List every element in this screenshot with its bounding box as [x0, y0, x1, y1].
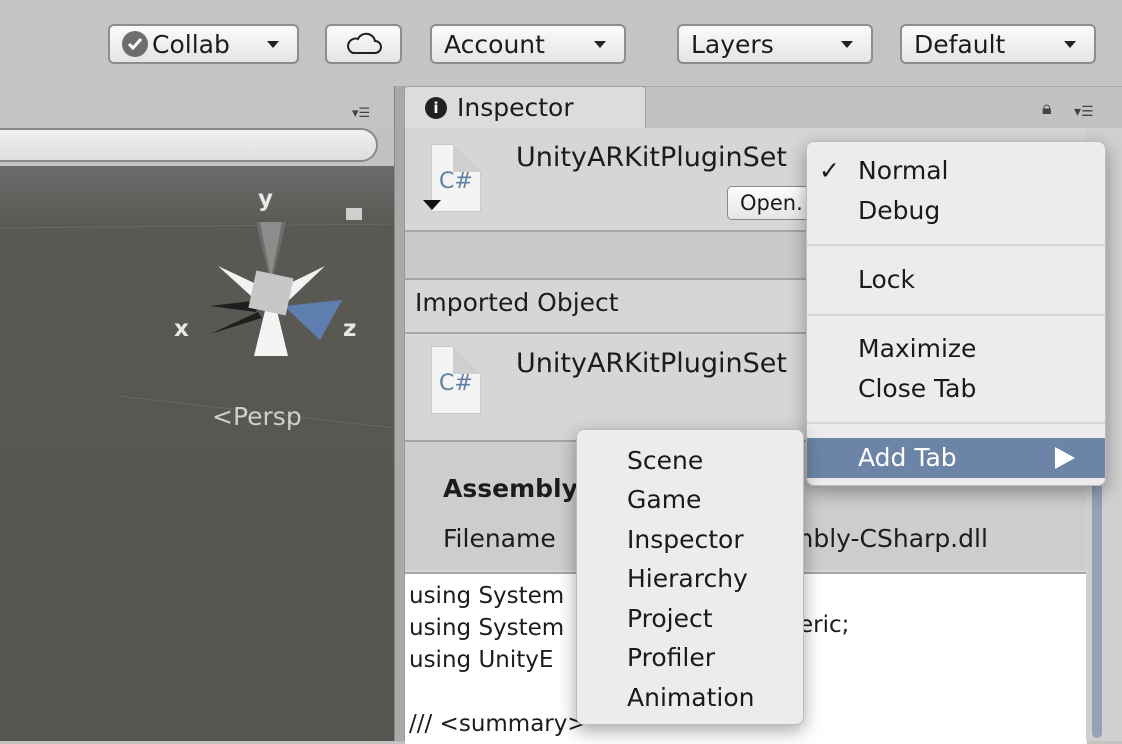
- collab-check-icon: [122, 31, 148, 57]
- scene-gizmo[interactable]: [0, 166, 394, 741]
- scene-search-field[interactable]: [0, 128, 378, 162]
- chevron-down-icon: [1064, 41, 1076, 48]
- collab-label: Collab: [152, 29, 230, 59]
- scene-header: ▾☰: [0, 86, 393, 126]
- tab-inspector-label: Inspector: [457, 93, 574, 122]
- code-line-suffix: eric;: [799, 612, 850, 638]
- toolbar: Collab Account Layers Default: [0, 0, 1122, 87]
- menu-item-close-tab[interactable]: Close Tab: [858, 374, 976, 403]
- chevron-down-icon: [594, 41, 606, 48]
- account-dropdown[interactable]: Account: [430, 24, 626, 64]
- menu-item-debug[interactable]: Debug: [858, 196, 940, 225]
- asset-name: UnityARKitPluginSet: [516, 142, 787, 173]
- assembly-label: Assembly: [443, 474, 578, 503]
- menu-item-maximize[interactable]: Maximize: [858, 334, 976, 363]
- submenu-item-scene[interactable]: Scene: [627, 446, 703, 475]
- lock-icon[interactable]: 🔒︎: [1042, 98, 1052, 119]
- checkmark-icon: ✓: [819, 156, 840, 185]
- chevron-down-icon: [267, 41, 279, 48]
- add-tab-submenu: Scene Game Inspector Hierarchy Project P…: [576, 429, 804, 725]
- submenu-item-inspector[interactable]: Inspector: [627, 525, 744, 554]
- menu-item-add-tab-label: Add Tab: [858, 443, 957, 472]
- panel-menu-icon[interactable]: ▾☰: [1074, 104, 1094, 120]
- panel-menu-icon[interactable]: ▾☰: [352, 106, 370, 121]
- menu-item-add-tab[interactable]: Add Tab: [807, 438, 1105, 478]
- code-lines: using System using System using UnityE /…: [409, 580, 587, 740]
- chevron-left-icon: <: [212, 402, 233, 431]
- layout-dropdown[interactable]: Default: [900, 24, 1096, 64]
- submenu-item-animation[interactable]: Animation: [627, 683, 754, 712]
- info-icon: i: [425, 96, 447, 119]
- code-line: using System: [409, 615, 565, 641]
- cloud-icon: [346, 32, 382, 54]
- layers-dropdown[interactable]: Layers: [677, 24, 873, 64]
- code-line: using System: [409, 583, 565, 609]
- imported-asset-name: UnityARKitPluginSet: [516, 348, 787, 379]
- axis-label-z: z: [343, 316, 357, 342]
- inspector-context-menu: ✓ Normal Debug Lock Maximize Close Tab A…: [806, 141, 1106, 486]
- filename-value: mbly-CSharp.dll: [789, 524, 988, 553]
- chevron-down-icon: [841, 41, 853, 48]
- filename-label: Filename: [443, 524, 556, 553]
- code-line: using UnityE: [409, 647, 554, 673]
- layout-label: Default: [914, 29, 1006, 59]
- open-button[interactable]: Open.: [727, 186, 817, 220]
- code-line: /// <summary>: [409, 711, 587, 737]
- script-file-icon-imported: C#: [431, 346, 481, 414]
- submenu-item-game[interactable]: Game: [627, 485, 701, 514]
- submenu-arrow-icon: [1055, 447, 1075, 469]
- imported-object-header: Imported Object: [415, 288, 619, 317]
- submenu-item-project[interactable]: Project: [627, 604, 713, 633]
- cloud-button[interactable]: [325, 24, 402, 64]
- axis-label-y: y: [258, 186, 273, 212]
- submenu-item-profiler[interactable]: Profiler: [627, 643, 715, 672]
- menu-item-lock[interactable]: Lock: [858, 265, 915, 294]
- collab-dropdown[interactable]: Collab: [108, 24, 299, 64]
- menu-item-normal[interactable]: Normal: [858, 156, 948, 185]
- account-label: Account: [444, 29, 545, 59]
- projection-toggle[interactable]: <Persp: [212, 402, 302, 431]
- scene-view[interactable]: y x z <Persp: [0, 166, 394, 741]
- tab-inspector[interactable]: i Inspector: [404, 86, 646, 128]
- dropdown-arrow-icon[interactable]: [423, 200, 441, 210]
- submenu-item-hierarchy[interactable]: Hierarchy: [627, 564, 748, 593]
- layers-label: Layers: [691, 29, 774, 59]
- open-button-label: Open.: [740, 191, 803, 215]
- axis-label-x: x: [174, 316, 189, 342]
- projection-label: Persp: [232, 402, 302, 431]
